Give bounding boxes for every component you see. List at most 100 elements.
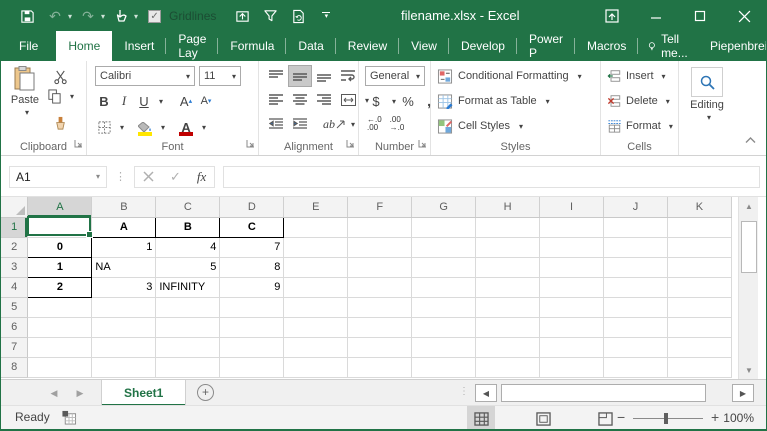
format-painter-button[interactable] [49, 113, 71, 133]
cell[interactable] [283, 357, 349, 378]
cell[interactable] [347, 257, 413, 278]
horizontal-scroll-thumb[interactable] [501, 384, 706, 402]
paste-button[interactable]: Paste ▾ [7, 66, 43, 117]
cell[interactable] [155, 337, 221, 358]
zoom-level[interactable]: 100% [723, 411, 754, 425]
column-header-C[interactable]: C [155, 197, 221, 218]
align-right-button[interactable] [313, 90, 335, 110]
cell[interactable] [219, 357, 285, 378]
cell[interactable] [91, 317, 157, 338]
cell[interactable] [347, 317, 413, 338]
previous-sheet-button[interactable]: ◀ [43, 380, 65, 406]
tab-insert[interactable]: Insert [112, 31, 167, 61]
cell[interactable] [219, 297, 285, 318]
cell[interactable] [539, 277, 604, 298]
account-name[interactable]: Piepenbrei... [702, 31, 766, 61]
cell[interactable] [539, 297, 604, 318]
zoom-in-button[interactable]: + [711, 409, 719, 425]
zoom-slider-track[interactable] [633, 418, 703, 419]
cell[interactable] [539, 317, 604, 338]
cancel-entry-icon[interactable] [143, 171, 154, 182]
cell[interactable] [411, 217, 477, 238]
cell[interactable] [27, 297, 93, 318]
cell-C3[interactable]: 5 [155, 257, 221, 278]
font-dialog-launcher[interactable] [246, 139, 255, 151]
scroll-down-button[interactable]: ▼ [740, 361, 758, 379]
collapse-ribbon-button[interactable] [745, 135, 756, 147]
cell[interactable] [155, 317, 221, 338]
increase-indent-button[interactable] [289, 114, 311, 134]
bottom-align-button[interactable] [313, 66, 335, 86]
increase-font-size-button[interactable]: A ▴ [177, 91, 195, 111]
cell[interactable] [411, 317, 477, 338]
hscroll-right-button[interactable]: ▶ [732, 384, 754, 402]
cell[interactable] [27, 317, 93, 338]
filter-button[interactable] [258, 4, 282, 28]
editing-button[interactable]: Editing ▾ [687, 67, 727, 122]
cell[interactable] [475, 337, 541, 358]
cell[interactable] [91, 297, 157, 318]
hscroll-left-button[interactable]: ◀ [475, 384, 497, 402]
cell[interactable] [283, 297, 349, 318]
currency-dropdown-icon[interactable]: ▾ [392, 97, 396, 106]
cell[interactable] [27, 357, 93, 378]
currency-format-button[interactable]: $ [367, 91, 385, 111]
cell[interactable] [539, 337, 604, 358]
column-header-A[interactable]: A [27, 197, 93, 218]
cell[interactable] [667, 337, 733, 358]
tab-home[interactable]: Home [56, 31, 113, 61]
cell[interactable] [603, 257, 668, 278]
redo-dropdown-icon[interactable]: ▾ [101, 12, 105, 21]
cell[interactable] [347, 277, 413, 298]
underline-button[interactable]: U [135, 91, 153, 111]
row-header-8[interactable]: 8 [1, 357, 29, 378]
tab-file[interactable]: File [1, 31, 56, 61]
cell[interactable] [475, 257, 541, 278]
page-break-preview-button[interactable] [591, 406, 619, 429]
font-size-select[interactable]: 11 ▾ [199, 66, 241, 86]
column-header-K[interactable]: K [667, 197, 733, 218]
align-left-button[interactable] [265, 90, 287, 110]
confirm-entry-icon[interactable]: ✓ [170, 169, 181, 185]
tab-page-layout[interactable]: Page Lay [166, 31, 219, 61]
cell-C4[interactable]: INFINITY [155, 277, 221, 298]
sheet-tab-sheet1[interactable]: Sheet1 [101, 380, 187, 406]
row-header-6[interactable]: 6 [1, 317, 29, 338]
vertical-scrollbar[interactable]: ▲ ▼ [738, 197, 758, 379]
cell[interactable] [603, 237, 668, 258]
row-header-5[interactable]: 5 [1, 297, 29, 318]
tab-formulas[interactable]: Formula [218, 31, 287, 61]
cell[interactable] [283, 217, 349, 238]
row-header-1[interactable]: 1 [1, 217, 29, 238]
cell-B3[interactable]: NA [91, 257, 157, 278]
formula-bar-drag-dots[interactable]: ⋮ [115, 170, 126, 183]
add-sheet-button[interactable]: + [197, 384, 214, 401]
cell[interactable] [283, 317, 349, 338]
tab-macros[interactable]: Macros [575, 31, 639, 61]
tell-me-box[interactable]: Tell me... [638, 31, 702, 61]
cell-C1[interactable]: B [155, 216, 221, 238]
copy-button[interactable]: ▾ [47, 89, 74, 104]
selected-cell-outline[interactable] [27, 216, 93, 238]
cell[interactable] [283, 257, 349, 278]
next-sheet-button[interactable]: ▶ [69, 380, 91, 406]
cell[interactable] [347, 337, 413, 358]
tab-power-pivot[interactable]: Power P [517, 31, 575, 61]
cell[interactable] [155, 357, 221, 378]
zoom-slider-handle[interactable] [664, 413, 668, 424]
save-button[interactable] [15, 4, 39, 28]
cell[interactable] [347, 297, 413, 318]
cell[interactable] [539, 217, 604, 238]
cell[interactable] [475, 317, 541, 338]
qat-customize-button[interactable]: ▾ [314, 4, 338, 28]
format-as-table-button[interactable]: Format as Table ▾ [431, 89, 600, 113]
cell[interactable] [347, 357, 413, 378]
cell[interactable] [475, 277, 541, 298]
cell[interactable] [27, 337, 93, 358]
cut-button[interactable] [49, 67, 71, 87]
tab-data[interactable]: Data [286, 31, 337, 61]
cell[interactable] [475, 357, 541, 378]
gridlines-checkbox[interactable]: ✓ [148, 9, 162, 23]
cell-C2[interactable]: 4 [155, 237, 221, 258]
fill-color-button[interactable] [136, 117, 154, 137]
